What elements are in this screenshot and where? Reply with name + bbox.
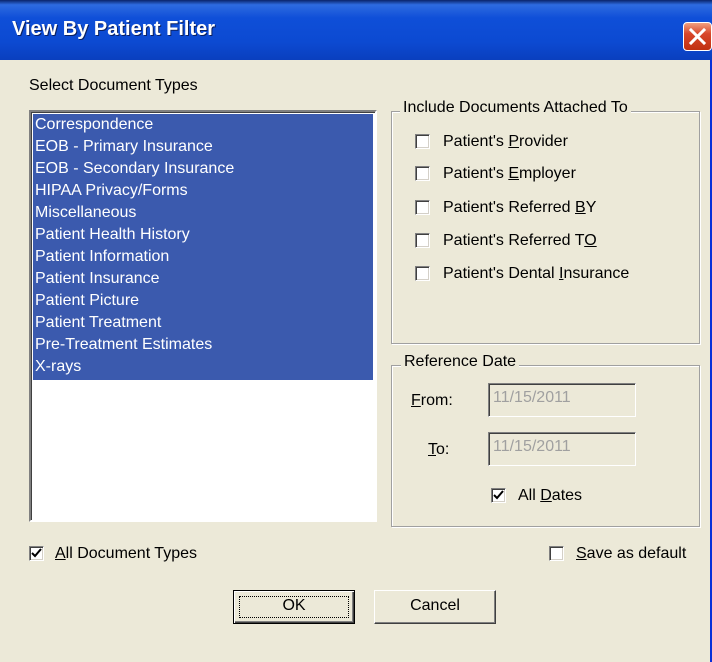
list-item[interactable]: X-rays — [35, 358, 81, 376]
list-item[interactable]: Patient Treatment — [35, 314, 161, 332]
to-date-input[interactable]: 11/15/2011 — [488, 432, 636, 466]
checkmark-icon — [493, 490, 504, 500]
focus-rect — [239, 596, 349, 618]
patients-referred-to-checkbox[interactable] — [415, 233, 430, 248]
all-dates-label: All Dates — [518, 487, 583, 504]
title-bar[interactable]: View By Patient Filter — [0, 0, 712, 60]
list-item[interactable]: HIPAA Privacy/Forms — [35, 182, 188, 200]
list-item[interactable]: EOB - Secondary Insurance — [35, 160, 234, 178]
doc-types-label: Select Document Types — [29, 77, 198, 94]
patients-dental-insurance-checkbox[interactable] — [415, 266, 430, 281]
list-item[interactable]: Patient Insurance — [35, 270, 160, 288]
list-item[interactable]: Patient Picture — [35, 292, 139, 310]
patients-employer-checkbox[interactable] — [415, 166, 430, 181]
all-document-types-checkbox[interactable] — [29, 546, 44, 561]
include-documents-legend: Include Documents Attached To — [400, 99, 631, 117]
cancel-button-label: Cancel — [410, 597, 460, 614]
patients-dental-insurance-label: Patient's Dental Insurance — [443, 265, 630, 282]
all-document-types-label: All Document Types — [55, 545, 197, 562]
list-item[interactable]: Correspondence — [35, 116, 153, 134]
save-as-default-label: Save as default — [576, 545, 687, 562]
from-date-input[interactable]: 11/15/2011 — [488, 383, 636, 417]
list-item[interactable]: Patient Health History — [35, 226, 190, 244]
close-icon — [688, 27, 707, 46]
patients-employer-label: Patient's Employer — [443, 165, 576, 182]
patients-referred-to-label: Patient's Referred TO — [443, 232, 597, 249]
dialog-window: View By Patient Filter Select Document T… — [0, 0, 712, 662]
list-item[interactable]: Patient Information — [35, 248, 169, 266]
patients-provider-checkbox[interactable] — [415, 134, 430, 149]
document-types-list[interactable]: Correspondence EOB - Primary Insurance EOB… — [29, 110, 377, 522]
reference-date-legend: Reference Date — [401, 353, 520, 371]
patients-referred-by-label: Patient's Referred BY — [443, 199, 597, 216]
checkmark-icon — [31, 548, 42, 558]
list-item[interactable]: EOB - Primary Insurance — [35, 138, 213, 156]
all-dates-checkbox[interactable] — [491, 488, 506, 503]
list-item[interactable]: Pre-Treatment Estimates — [35, 336, 212, 354]
close-button[interactable] — [683, 22, 712, 51]
to-label: To: — [428, 441, 450, 458]
from-label: From: — [411, 392, 453, 409]
ok-button[interactable]: OK — [233, 590, 355, 624]
save-as-default-checkbox[interactable] — [549, 546, 564, 561]
window-title: View By Patient Filter — [12, 18, 216, 40]
patients-referred-by-checkbox[interactable] — [415, 200, 430, 215]
patients-provider-label: Patient's Provider — [443, 133, 568, 150]
list-item[interactable]: Miscellaneous — [35, 204, 136, 222]
cancel-button[interactable]: Cancel — [374, 590, 496, 624]
